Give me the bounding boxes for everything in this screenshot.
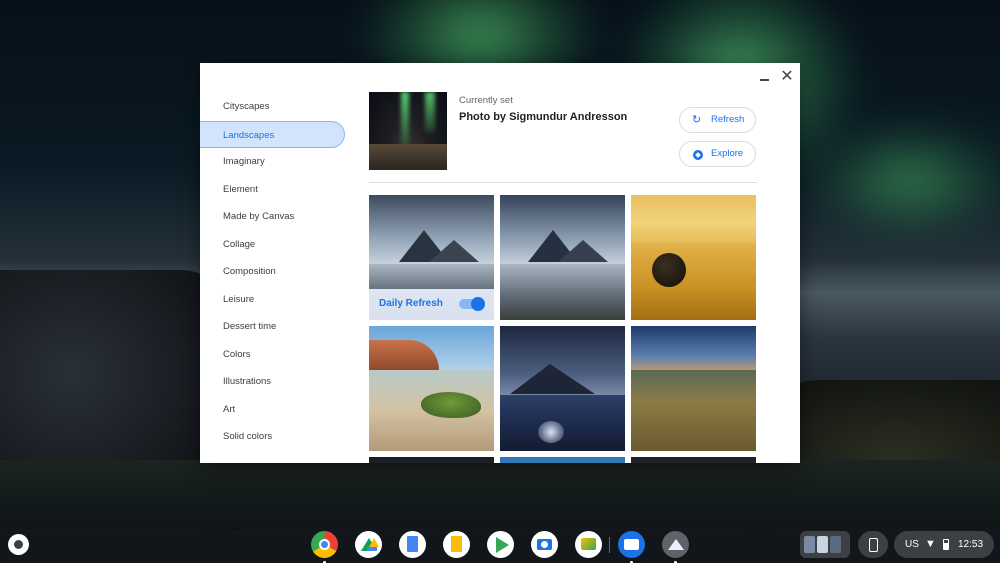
daily-refresh-bar: Daily Refresh [369,289,494,320]
wallpaper-tile[interactable] [631,457,756,463]
tile-sand [631,242,756,320]
sidebar-item-solid-colors[interactable]: Solid colors [200,423,350,451]
daily-refresh-toggle[interactable] [459,297,485,311]
gallery-icon[interactable] [575,531,602,558]
explore-label: Explore [711,148,744,159]
sidebar-item-colors[interactable]: Colors [200,341,350,369]
compass-icon [693,150,703,160]
chrome-icon[interactable] [311,531,338,563]
sidebar-item-imaginary[interactable]: Imaginary [200,148,350,176]
wallpaper-tile[interactable] [500,326,625,451]
holding-thumb [804,536,815,553]
aurora-streak [401,92,409,147]
daily-refresh-label: Daily Refresh [379,298,443,309]
sidebar-item-leisure[interactable]: Leisure [200,286,350,314]
thumbnail-ground [369,144,447,170]
tile-lake [500,394,625,451]
minimize-button[interactable] [756,68,774,86]
docs-icon[interactable] [399,531,426,558]
aurora-streak [425,92,435,132]
shelf-separator [609,537,610,553]
sidebar-item-dessert-time[interactable]: Dessert time [200,313,350,341]
drive-shape [369,538,379,547]
slides-page [451,536,462,552]
sidebar-item-made-by-canvas[interactable]: Made by Canvas [200,203,350,231]
collection-sidebar: Cityscapes Landscapes Imaginary Element … [200,93,350,451]
slides-icon[interactable] [443,531,470,558]
wallpaper-tile[interactable] [500,195,625,320]
launcher-button[interactable] [8,534,29,555]
battery-icon [943,539,949,550]
wallpaper-tile[interactable] [631,195,756,320]
tile-mountain [510,364,595,394]
files-icon[interactable] [618,531,645,563]
wifi-icon: ▼ [925,538,936,550]
gallery-picture [581,538,596,550]
refresh-icon: ↻ [692,114,702,126]
wallpaper-icon[interactable] [662,531,689,563]
wallpaper-tile[interactable] [500,457,625,463]
sidebar-item-element[interactable]: Element [200,176,350,204]
wallpaper-main-panel: Currently set Photo by Sigmundur Andress… [369,92,757,463]
mountain-shape [668,539,684,550]
camera-lens [541,541,548,548]
phone-hub-button[interactable] [858,531,888,558]
play-triangle [496,537,509,553]
wallpaper-picker-window: ✕ Cityscapes Landscapes Imaginary Elemen… [200,63,800,463]
folder-shape [624,539,639,550]
wallpaper-shore [0,460,1000,526]
holding-thumb [830,536,841,553]
clock: 12:53 [958,539,984,550]
holding-space-button[interactable] [800,531,850,558]
refresh-label: Refresh [711,114,745,125]
wallpaper-tile[interactable] [631,326,756,451]
toggle-knob [471,297,485,311]
sidebar-item-collage[interactable]: Collage [200,231,350,259]
drive-icon[interactable] [355,531,382,558]
tile-stone [652,253,686,287]
refresh-button[interactable]: ↻ Refresh [679,107,756,133]
sidebar-item-art[interactable]: Art [200,396,350,424]
current-wallpaper-title: Photo by Sigmundur Andresson [459,111,628,123]
drive-shape [367,547,377,551]
play-store-icon[interactable] [487,531,514,558]
status-tray[interactable]: US ▼ 12:53 [894,531,994,558]
sidebar-item-landscapes[interactable]: Landscapes [200,120,345,148]
wallpaper-tile[interactable] [369,457,494,463]
docs-page [407,536,418,552]
tile-mountain [558,240,608,262]
section-divider [369,182,757,183]
tile-mossy-rock [421,392,481,418]
explore-button[interactable]: Explore [679,141,756,167]
sidebar-item-illustrations[interactable]: Illustrations [200,368,350,396]
sidebar-item-composition[interactable]: Composition [200,258,350,286]
wallpaper-tile[interactable]: Daily Refresh [369,195,494,320]
tile-mountain [429,240,479,262]
chrome-center [319,539,330,550]
sidebar-item-cityscapes[interactable]: Cityscapes [200,93,350,121]
camera-icon[interactable] [531,531,558,558]
aurora-glow [800,120,1000,240]
tile-reflection [538,421,564,443]
wallpaper-tile[interactable] [369,326,494,451]
currently-set-label: Currently set [459,95,513,106]
shelf: US ▼ 12:53 [0,526,1000,563]
input-method-label: US [905,539,919,550]
tile-hills [631,369,756,451]
tile-sky [631,326,756,376]
holding-thumb [817,536,828,553]
tile-water [500,263,625,320]
current-wallpaper-section: Currently set Photo by Sigmundur Andress… [369,92,757,183]
close-button[interactable]: ✕ [778,68,796,86]
current-wallpaper-thumbnail [369,92,447,170]
